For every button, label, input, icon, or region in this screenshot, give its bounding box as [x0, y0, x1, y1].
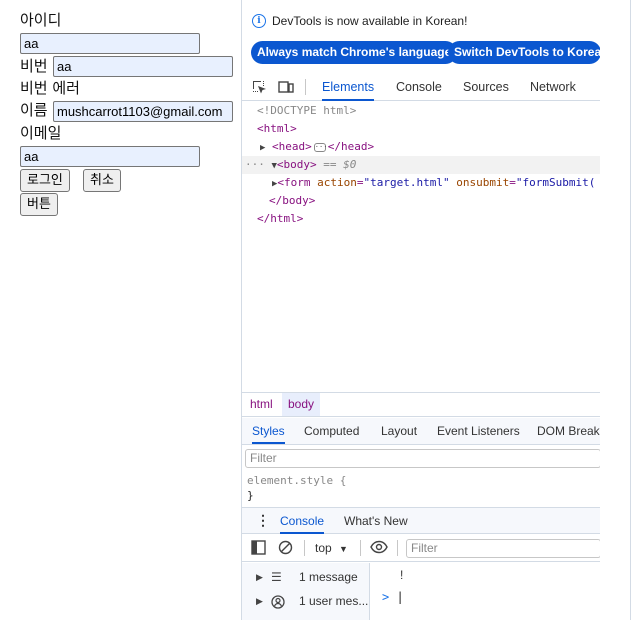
drawer-tab-console[interactable]: Console — [280, 508, 325, 534]
element-style-selector: element.style { — [247, 474, 347, 487]
list-icon: ☰ — [271, 570, 282, 584]
dom-head-node[interactable]: ▶ <head> ···</head> — [260, 138, 374, 157]
toolbar-divider — [397, 540, 398, 556]
name-label: 이름 — [20, 101, 48, 119]
tab-event-listeners[interactable]: Event Listeners — [437, 418, 520, 444]
window-edge — [630, 0, 631, 620]
console-toolbar: top ▼ Filter — [242, 535, 600, 562]
toolbar-divider — [304, 540, 305, 556]
context-value: top — [315, 541, 332, 555]
dom-body-open: <body> — [276, 158, 317, 171]
dom-form-attr-action: action — [317, 176, 357, 189]
page-content: 아이디 aa 비번 aa 비번 에러 이름 mushcarrot1103@gma… — [0, 0, 240, 620]
row-menu-icon[interactable]: ··· — [245, 158, 265, 171]
breadcrumb: html body — [242, 392, 600, 417]
element-style-rule[interactable]: element.style { } — [247, 473, 346, 503]
sidebar-item-label: 1 user mes... — [299, 594, 369, 608]
expand-arrow-icon[interactable]: ▶ — [260, 143, 265, 153]
dropdown-arrow-icon: ▼ — [339, 544, 348, 554]
toolbar-divider — [305, 79, 306, 95]
name-input[interactable]: mushcarrot1103@gmail.com — [53, 101, 233, 122]
tab-styles[interactable]: Styles — [252, 418, 285, 444]
dom-html-close[interactable]: </html> — [257, 210, 303, 228]
pw-label: 비번 — [20, 57, 48, 75]
context-select[interactable]: top ▼ — [315, 541, 348, 555]
element-style-close: } — [247, 489, 254, 502]
breadcrumb-body[interactable]: body — [282, 393, 321, 416]
expand-arrow-icon: ▶ — [256, 572, 263, 582]
login-button[interactable]: 로그인 — [20, 169, 70, 192]
dom-head-open: <head> — [272, 140, 312, 153]
email-label: 이메일 — [20, 124, 62, 142]
pw-input[interactable]: aa — [53, 56, 233, 77]
notice-text: DevTools is now available in Korean! — [272, 14, 468, 28]
tab-elements[interactable]: Elements — [322, 73, 375, 101]
dom-form-tag: <form — [277, 176, 311, 189]
console-message-marker: ! — [400, 568, 404, 582]
drawer-tabbar: ⋮ Console What's New — [242, 507, 600, 534]
tab-network[interactable]: Network — [530, 73, 576, 101]
drawer-tab-whats-new[interactable]: What's New — [344, 508, 408, 534]
tab-layout[interactable]: Layout — [381, 418, 417, 444]
email-input[interactable]: aa — [20, 146, 200, 167]
language-notice: i DevTools is now available in Korean! — [252, 14, 467, 28]
device-toggle-icon[interactable] — [278, 79, 294, 95]
dom-form-node[interactable]: ▶<form action="target.html" onsubmit="fo… — [272, 174, 595, 193]
dom-body-close[interactable]: </body> — [269, 192, 315, 210]
match-language-button[interactable]: Always match Chrome's language — [251, 41, 458, 64]
sidebar-item-messages[interactable]: ▶ ☰ 1 message — [242, 565, 370, 589]
dom-body-node[interactable]: ··· ▼<body> == $0 — [245, 156, 356, 175]
sidebar-item-label: 1 message — [299, 570, 358, 584]
console-filter-input[interactable]: Filter — [406, 539, 600, 558]
switch-korean-button[interactable]: Switch DevTools to Korean — [448, 41, 600, 64]
id-label: 아이디 — [20, 11, 62, 29]
tab-dom-breakpoints[interactable]: DOM Breakp — [537, 418, 600, 444]
devtools-panel: i DevTools is now available in Korean! A… — [241, 0, 600, 620]
user-icon — [271, 589, 285, 613]
kebab-icon[interactable]: ⋮ — [256, 512, 270, 529]
dom-selected-marker: == $0 — [323, 158, 357, 171]
toolbar-divider — [360, 540, 361, 556]
tab-sources[interactable]: Sources — [463, 73, 509, 101]
dom-form-attr-onsubmit: onsubmit — [456, 176, 510, 189]
console-prompt[interactable]: > | — [382, 590, 404, 604]
pw-error-text: 비번 에러 — [20, 79, 80, 97]
dom-doctype: <!DOCTYPE html> — [257, 104, 357, 117]
dom-form-val-action: "target.html" — [363, 176, 450, 189]
more-icon[interactable]: ··· — [313, 142, 327, 152]
styles-filter-input[interactable]: Filter — [245, 449, 600, 468]
id-input[interactable]: aa — [20, 33, 200, 54]
tab-computed[interactable]: Computed — [304, 418, 359, 444]
styles-tabbar: Styles Computed Layout Event Listeners D… — [242, 418, 600, 445]
dom-head-close: </head> — [327, 140, 375, 153]
dom-html-open[interactable]: <html> — [257, 120, 297, 138]
eye-icon[interactable] — [370, 540, 388, 557]
expand-arrow-icon: ▶ — [256, 596, 263, 606]
plain-button[interactable]: 버튼 — [20, 193, 58, 216]
breadcrumb-html[interactable]: html — [244, 393, 279, 416]
inspect-icon[interactable] — [251, 79, 267, 95]
info-icon: i — [252, 14, 266, 28]
sidebar-toggle-icon[interactable] — [251, 540, 266, 558]
cancel-button[interactable]: 취소 — [83, 169, 121, 192]
main-tabbar: Elements Console Sources Network — [242, 73, 600, 101]
dom-tree: <!DOCTYPE html> <html> ▶ <head> ···</head… — [242, 102, 600, 390]
dom-form-val-onsubmit: "formSubmit( — [515, 176, 596, 189]
sidebar-item-user-messages[interactable]: ▶ 1 user mes... — [242, 589, 370, 613]
tab-console[interactable]: Console — [396, 73, 442, 101]
console-sidebar: ▶ ☰ 1 message ▶ 1 user mes... — [242, 563, 370, 620]
clear-console-icon[interactable] — [278, 540, 293, 558]
